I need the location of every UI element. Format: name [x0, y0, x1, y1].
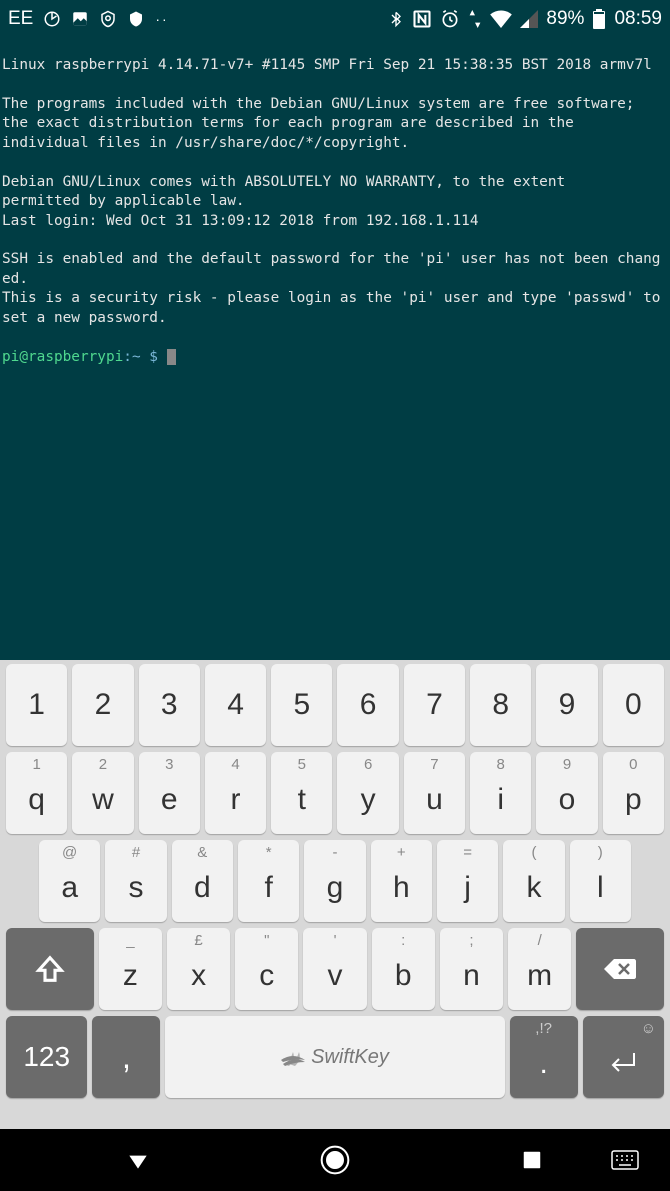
key-0[interactable]: 0 [603, 664, 664, 746]
key-c[interactable]: "c [235, 928, 298, 1010]
key-2[interactable]: 2 [72, 664, 133, 746]
comma-key[interactable]: , [92, 1016, 160, 1098]
wifi-icon [490, 10, 512, 28]
enter-key[interactable]: ☺ [583, 1016, 664, 1098]
key-j[interactable]: =j [437, 840, 498, 922]
symbols-key[interactable]: 123 [6, 1016, 87, 1098]
key-a[interactable]: @a [39, 840, 100, 922]
key-4[interactable]: 4 [205, 664, 266, 746]
status-carrier: EE [8, 8, 33, 30]
key-l[interactable]: )l [570, 840, 631, 922]
navigation-bar [0, 1129, 670, 1191]
key-f[interactable]: *f [238, 840, 299, 922]
loading-icon [43, 10, 61, 28]
data-icon [468, 10, 482, 28]
prompt-path: :~ $ [123, 349, 166, 365]
key-s[interactable]: #s [105, 840, 166, 922]
key-1[interactable]: 1 [6, 664, 67, 746]
terminal-cursor [167, 349, 176, 365]
bluetooth-icon [388, 9, 404, 29]
battery-icon [592, 9, 606, 29]
key-o[interactable]: 9o [536, 752, 597, 834]
key-e[interactable]: 3e [139, 752, 200, 834]
key-5[interactable]: 5 [271, 664, 332, 746]
back-button[interactable] [113, 1135, 163, 1185]
key-m[interactable]: /m [508, 928, 571, 1010]
period-key[interactable]: ,!? . [510, 1016, 578, 1098]
terminal-output: Linux raspberrypi 4.14.71-v7+ #1145 SMP … [2, 57, 669, 326]
space-key[interactable]: SwiftKey [165, 1016, 504, 1098]
key-h[interactable]: +h [371, 840, 432, 922]
key-6[interactable]: 6 [337, 664, 398, 746]
key-n[interactable]: ;n [440, 928, 503, 1010]
key-g[interactable]: -g [304, 840, 365, 922]
status-battery: 89% [546, 8, 584, 30]
key-p[interactable]: 0p [603, 752, 664, 834]
key-y[interactable]: 6y [337, 752, 398, 834]
space-label: SwiftKey [281, 1046, 389, 1069]
keyboard: 1234567890 1q2w3e4r5t6y7u8i9o0p @a#s&d*f… [0, 660, 670, 1129]
home-button[interactable] [310, 1135, 360, 1185]
key-v[interactable]: 'v [303, 928, 366, 1010]
more-icon: ·· [155, 11, 168, 27]
key-8[interactable]: 8 [470, 664, 531, 746]
shield-icon [99, 10, 117, 28]
key-q[interactable]: 1q [6, 752, 67, 834]
nfc-icon [412, 9, 432, 29]
status-bar: EE ·· 89% [0, 0, 670, 38]
key-t[interactable]: 5t [271, 752, 332, 834]
key-b[interactable]: :b [372, 928, 435, 1010]
terminal[interactable]: Linux raspberrypi 4.14.71-v7+ #1145 SMP … [0, 38, 670, 660]
alarm-icon [440, 9, 460, 29]
key-3[interactable]: 3 [139, 664, 200, 746]
signal-icon [520, 10, 538, 28]
key-k[interactable]: (k [503, 840, 564, 922]
status-time: 08:59 [614, 8, 662, 30]
backspace-key[interactable] [576, 928, 664, 1010]
key-d[interactable]: &d [172, 840, 233, 922]
keyboard-toggle-button[interactable] [600, 1135, 650, 1185]
key-w[interactable]: 2w [72, 752, 133, 834]
key-r[interactable]: 4r [205, 752, 266, 834]
key-z[interactable]: _z [99, 928, 162, 1010]
recent-button[interactable] [507, 1135, 557, 1185]
shift-key[interactable] [6, 928, 94, 1010]
image-icon [71, 10, 89, 28]
key-i[interactable]: 8i [470, 752, 531, 834]
key-x[interactable]: £x [167, 928, 230, 1010]
key-9[interactable]: 9 [536, 664, 597, 746]
key-u[interactable]: 7u [404, 752, 465, 834]
key-7[interactable]: 7 [404, 664, 465, 746]
shield-filled-icon [127, 10, 145, 28]
prompt-user: pi@raspberrypi [2, 349, 123, 365]
